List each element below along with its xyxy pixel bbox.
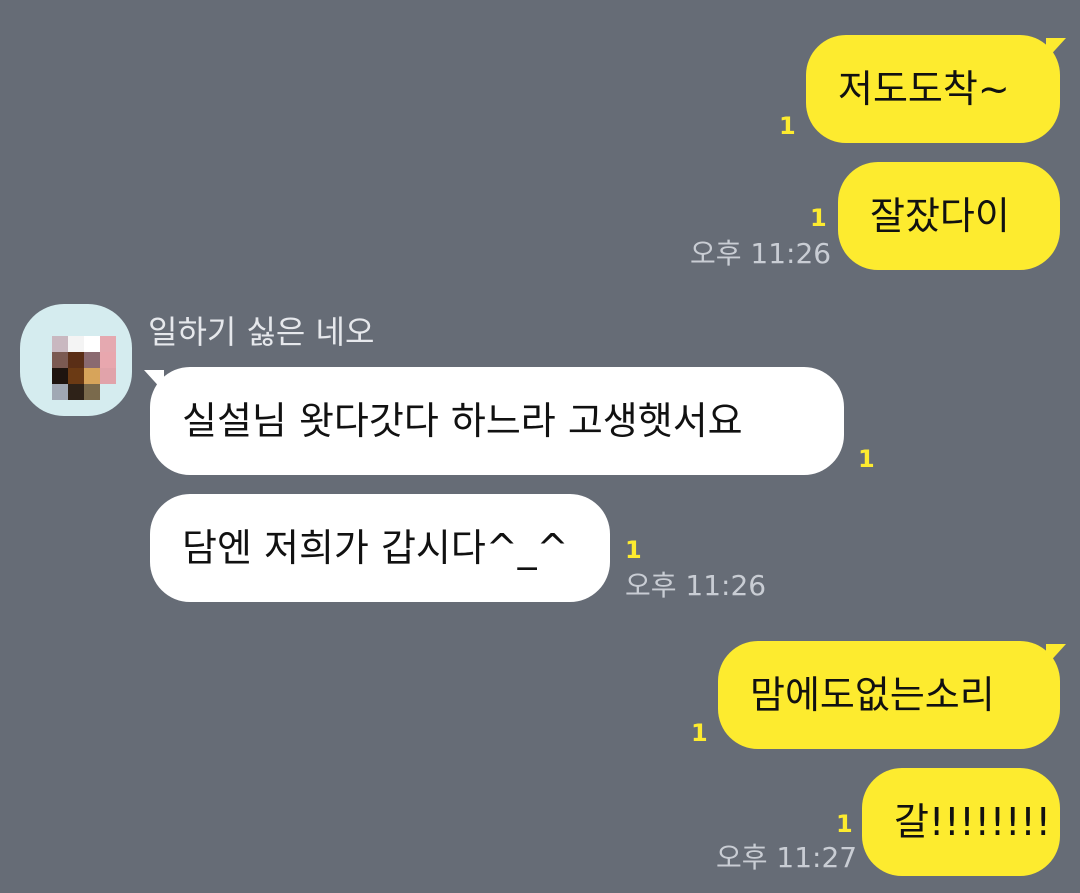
message-bubble-theirs[interactable]: 실설님 왓다갓다 하느라 고생햇서요 <box>150 367 844 475</box>
bubble-tail <box>1046 38 1066 60</box>
unread-count: 1 <box>858 445 875 473</box>
message-timestamp: 오후 11:26 <box>625 569 767 602</box>
message-bubble-mine[interactable]: 잘잤다이 <box>838 162 1060 270</box>
unread-count: 1 <box>836 810 853 838</box>
bubble-tail <box>1046 644 1066 666</box>
message-bubble-mine[interactable]: 저도도착~ <box>806 35 1060 143</box>
chat-view: 저도도착~ 1 잘잤다이 1 오후 11:26 일하기 싫은 네오 실설님 왓다… <box>0 0 1080 893</box>
message-bubble-mine[interactable]: 맘에도없는소리 <box>718 641 1060 749</box>
sender-avatar[interactable] <box>20 304 132 416</box>
unread-count: 1 <box>691 719 708 747</box>
message-timestamp: 오후 11:26 <box>690 237 832 270</box>
unread-count: 1 <box>810 204 827 232</box>
message-bubble-theirs[interactable]: 담엔 저희가 갑시다^_^ <box>150 494 610 602</box>
message-bubble-mine[interactable]: 갈!!!!!!!! <box>862 768 1060 876</box>
sender-name: 일하기 싫은 네오 <box>148 313 375 351</box>
unread-count: 1 <box>625 536 642 564</box>
unread-count: 1 <box>779 112 796 140</box>
message-timestamp: 오후 11:27 <box>716 841 858 874</box>
